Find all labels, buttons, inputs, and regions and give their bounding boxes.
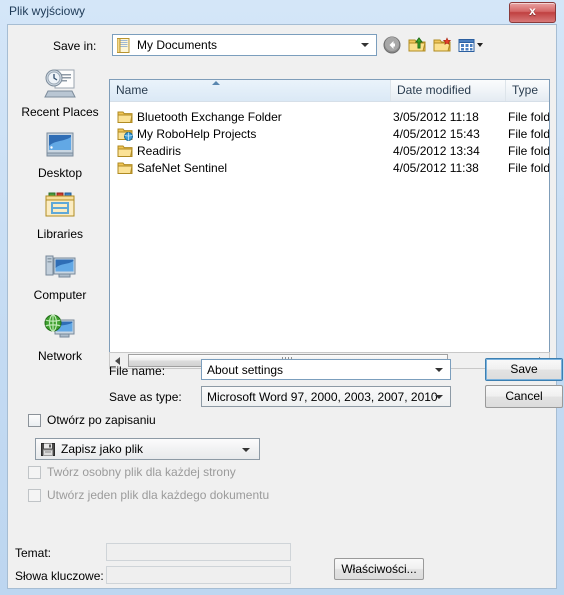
save-as-type-combobox[interactable]: Microsoft Word 97, 2000, 2003, 2007, 201… — [201, 386, 451, 407]
subject-label: Temat: — [15, 546, 52, 560]
sidebar-item-label: Computer — [33, 288, 87, 302]
table-row[interactable]: Bluetooth Exchange Folder 3/05/2012 11:1… — [110, 109, 550, 126]
save-in-label: Save in: — [53, 39, 97, 53]
save-mode-value: Zapisz jako plik — [61, 442, 144, 456]
sort-ascending-icon — [212, 81, 220, 85]
file-type: File folder — [508, 144, 550, 158]
save-disk-icon — [41, 443, 55, 456]
views-icon — [458, 39, 483, 52]
file-list[interactable]: Name Date modified Type Bluetooth Exchan… — [109, 79, 550, 368]
save-in-combobox[interactable]: My Documents — [112, 34, 377, 56]
documents-folder-icon — [117, 38, 130, 53]
file-date: 4/05/2012 11:38 — [393, 161, 479, 175]
column-header-type[interactable]: Type — [506, 80, 549, 101]
sidebar-item-label: Desktop — [37, 166, 83, 180]
save-button[interactable]: Save — [485, 358, 563, 381]
column-header-label: Type — [512, 83, 539, 97]
libraries-icon — [45, 192, 75, 217]
column-header-label: Date modified — [397, 83, 472, 97]
file-type: File folder — [508, 127, 550, 141]
window-title: Plik wyjściowy — [9, 4, 86, 18]
column-header-name[interactable]: Name — [110, 80, 391, 101]
save-in-row: Save in: My Documents — [8, 33, 557, 61]
chevron-down-icon — [361, 43, 369, 47]
file-name: Readiris — [137, 144, 182, 158]
file-date: 4/05/2012 13:34 — [393, 144, 480, 158]
keywords-label: Słowa kluczowe: — [15, 569, 104, 583]
close-button[interactable]: x — [509, 2, 556, 23]
places-bar: Recent Places Desktop Libraries Computer… — [15, 65, 105, 370]
table-row[interactable]: SafeNet Sentinel 4/05/2012 11:38 File fo… — [110, 160, 550, 177]
sidebar-item-label: Libraries — [36, 227, 84, 241]
file-type: File folder — [508, 161, 550, 175]
sidebar-item-label: Network — [37, 349, 82, 363]
web-folder-icon — [117, 128, 133, 141]
new-folder-icon — [433, 37, 452, 52]
save-as-type-label: Save as type: — [109, 390, 182, 404]
column-header-date-modified[interactable]: Date modified — [391, 80, 506, 101]
file-name: SafeNet Sentinel — [137, 161, 228, 175]
folder-icon — [117, 145, 133, 157]
close-icon: x — [529, 4, 536, 18]
folder-icon — [117, 162, 133, 174]
file-name-input[interactable]: About settings — [201, 359, 451, 380]
sidebar-item-recent-places[interactable]: Recent Places — [15, 65, 105, 125]
sidebar-item-desktop[interactable]: Desktop — [15, 126, 105, 186]
subject-field — [106, 543, 291, 561]
sidebar-item-label: Recent Places — [21, 105, 99, 119]
sidebar-item-computer[interactable]: Computer — [15, 248, 105, 308]
dialog-content: Save in: My Documents Recent Places Desk… — [7, 24, 563, 589]
separate-file-per-page-checkbox — [28, 466, 41, 479]
folder-icon — [117, 111, 133, 123]
recent-places-icon — [44, 69, 76, 98]
file-name-label: File name: — [109, 364, 166, 378]
file-name: My RoboHelp Projects — [137, 127, 257, 141]
separate-file-per-page-label: Twórz osobny plik dla każdej strony — [47, 465, 236, 479]
desktop-icon — [46, 132, 74, 157]
sidebar-item-network[interactable]: Network — [15, 309, 105, 369]
table-row[interactable]: Readiris 4/05/2012 13:34 File folder — [110, 143, 550, 160]
cancel-button[interactable]: Cancel — [485, 385, 563, 408]
up-folder-icon — [408, 37, 426, 52]
back-arrow-icon — [383, 36, 401, 54]
save-in-value: My Documents — [137, 38, 218, 52]
back-button[interactable] — [381, 34, 403, 56]
views-button[interactable] — [456, 34, 486, 56]
file-type: File folder — [508, 110, 550, 124]
save-mode-combobox[interactable]: Zapisz jako plik — [35, 438, 260, 460]
file-date: 4/05/2012 15:43 — [393, 127, 480, 141]
column-header-label: Name — [116, 83, 149, 97]
up-one-level-button[interactable] — [406, 34, 428, 56]
sidebar-item-libraries[interactable]: Libraries — [15, 187, 105, 247]
computer-icon — [45, 255, 76, 278]
file-date: 3/05/2012 11:18 — [393, 110, 479, 124]
open-after-save-label: Otwórz po zapisaniu — [47, 413, 156, 427]
chevron-down-icon — [435, 395, 443, 399]
file-name-value: About settings — [207, 363, 284, 377]
file-name: Bluetooth Exchange Folder — [137, 110, 282, 124]
save-as-type-value: Microsoft Word 97, 2000, 2003, 2007, 201… — [207, 390, 438, 404]
chevron-down-icon — [435, 368, 443, 372]
new-folder-button[interactable] — [431, 34, 453, 56]
title-bar: Plik wyjściowy x — [0, 0, 564, 24]
keywords-field — [106, 566, 291, 584]
one-file-per-document-checkbox — [28, 489, 41, 502]
table-row[interactable]: My RoboHelp Projects 4/05/2012 15:43 Fil… — [110, 126, 550, 143]
chevron-down-icon — [242, 448, 250, 452]
properties-button[interactable]: Właściwości... — [334, 558, 424, 580]
network-icon — [44, 314, 75, 338]
open-after-save-checkbox[interactable] — [28, 414, 41, 427]
column-headers: Name Date modified Type — [110, 80, 549, 102]
save-as-dialog-window: Plik wyjściowy x Save in: My Documents R… — [0, 0, 564, 595]
one-file-per-document-label: Utwórz jeden plik dla każdego dokumentu — [47, 488, 270, 502]
